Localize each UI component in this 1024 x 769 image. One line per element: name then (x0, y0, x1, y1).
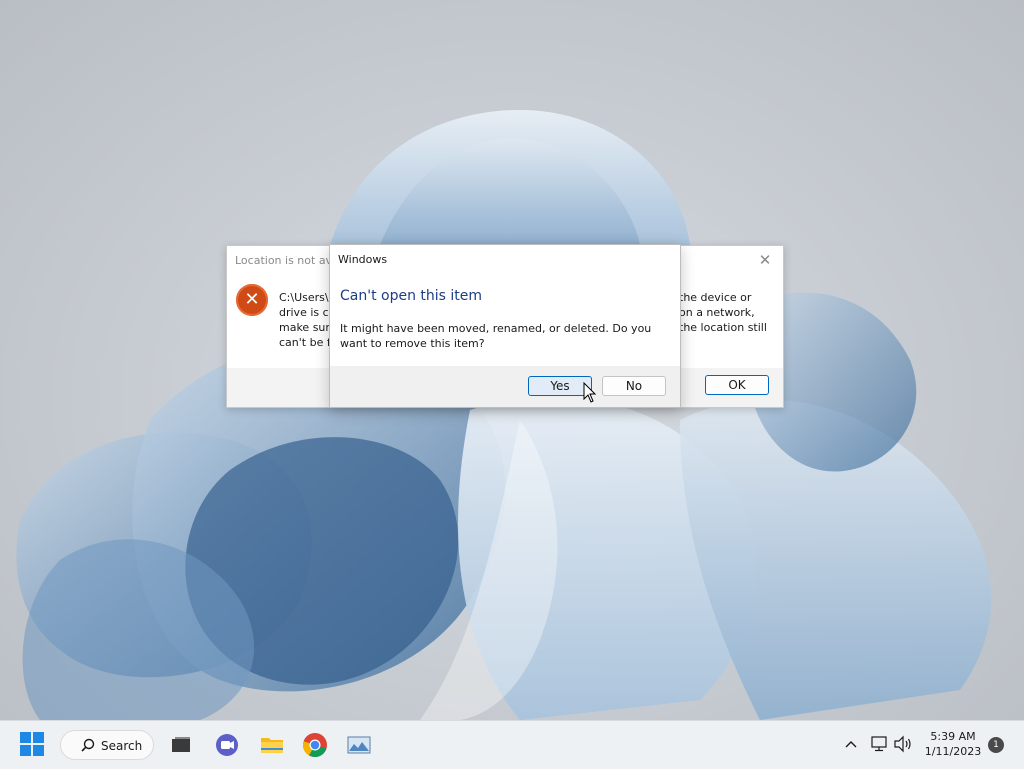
search-label: Search (101, 739, 143, 753)
network-icon[interactable] (869, 735, 889, 753)
notification-badge[interactable]: 1 (988, 737, 1004, 753)
chevron-up-icon[interactable] (843, 736, 859, 752)
cant-open-item-dialog: Windows Can't open this item It might ha… (329, 244, 681, 408)
chrome-icon[interactable] (301, 731, 329, 759)
dialog-title-bar: Windows (330, 245, 680, 273)
error-x-icon: ✕ (236, 284, 268, 316)
file-explorer-icon[interactable] (258, 731, 286, 759)
dialog-heading: Can't open this item (340, 288, 483, 304)
mouse-pointer-icon (583, 382, 597, 403)
close-icon[interactable]: ✕ (755, 250, 775, 270)
dialog-body: It might have been moved, renamed, or de… (340, 322, 652, 350)
message-left: C:\Users\ drive is co make sure can't be… (279, 291, 334, 349)
taskbar: Search 5:39 AM 1/11/2023 1 (0, 720, 1024, 769)
task-view-icon[interactable] (167, 731, 195, 759)
search-box[interactable]: Search (60, 730, 154, 760)
dialog-content: Can't open this item It might have been … (330, 273, 680, 366)
chat-icon[interactable] (213, 731, 241, 759)
ok-button[interactable]: OK (705, 375, 769, 395)
start-icon[interactable] (19, 731, 47, 759)
date-label: 1/11/2023 (924, 745, 982, 758)
dialog-title: Location is not ava (235, 254, 339, 267)
message-right: the device or on a network, the location… (679, 291, 767, 334)
time-label: 5:39 AM (930, 730, 976, 743)
clock[interactable]: 5:39 AM 1/11/2023 (918, 729, 988, 759)
no-button[interactable]: No (602, 376, 666, 396)
dialog-title: Windows (338, 253, 388, 266)
photos-icon[interactable] (345, 731, 373, 759)
search-icon (81, 738, 95, 752)
volume-icon[interactable] (893, 735, 913, 753)
